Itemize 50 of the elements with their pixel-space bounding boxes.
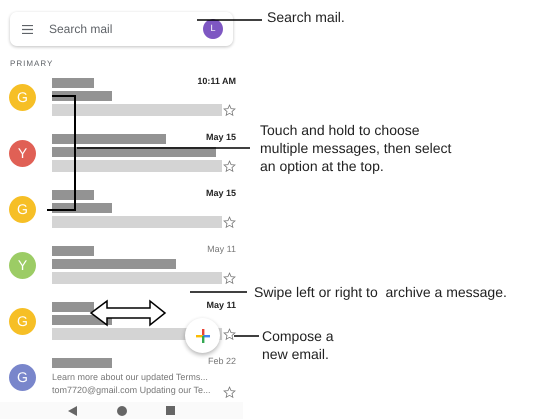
email-time: May 15 <box>206 187 236 200</box>
redacted-subject <box>52 91 112 101</box>
callout-text: Compose a new email. <box>262 327 334 363</box>
leader-line <box>197 19 262 21</box>
message-preview: Learn more about our updated Terms... <box>52 371 208 384</box>
star-icon[interactable] <box>223 386 236 399</box>
redacted-sender <box>52 246 94 256</box>
plus-icon <box>196 328 210 342</box>
avatar: G <box>9 364 36 391</box>
email-row[interactable]: G 10:11 AM <box>0 70 243 126</box>
redacted-subject <box>52 203 112 213</box>
avatar: G <box>9 84 36 111</box>
avatar: G <box>9 196 36 223</box>
double-arrow-icon <box>90 299 166 327</box>
email-row[interactable]: Y May 11 <box>0 238 243 294</box>
avatar: Y <box>9 252 36 279</box>
callout-text: Swipe left or right to archive a message. <box>254 283 507 301</box>
home-icon[interactable] <box>116 406 127 416</box>
back-icon[interactable] <box>68 406 78 416</box>
email-time: May 11 <box>207 243 236 256</box>
email-time: Feb 22 <box>208 355 236 368</box>
redacted-sender <box>52 78 94 88</box>
star-icon[interactable] <box>223 104 236 117</box>
email-row[interactable]: G Feb 22 Learn more about our updated Terms... tom7720@gmail.com Updating our Te... <box>0 350 243 406</box>
compose-button[interactable] <box>185 318 220 353</box>
search-placeholder: Search mail <box>49 21 114 38</box>
star-icon[interactable] <box>223 160 236 173</box>
message-preview: tom7720@gmail.com Updating our Te... <box>52 384 211 397</box>
star-icon[interactable] <box>223 272 236 285</box>
redacted-sender <box>52 358 112 368</box>
account-avatar[interactable]: L <box>203 19 223 39</box>
callout-text: Touch and hold to choose multiple messages, then select an option at the top. <box>260 121 452 175</box>
search-bar[interactable]: Search mail L <box>10 12 233 46</box>
recents-icon[interactable] <box>166 406 176 415</box>
leader-line <box>234 335 259 337</box>
redacted-sender <box>52 190 94 200</box>
redacted-sender <box>52 302 94 312</box>
menu-icon[interactable] <box>22 24 33 34</box>
email-row[interactable]: G May 15 <box>0 182 243 238</box>
section-label: PRIMARY <box>10 58 54 70</box>
email-row[interactable]: Y May 15 <box>0 126 243 182</box>
email-time: May 15 <box>206 131 236 144</box>
email-time: May 11 <box>206 299 236 312</box>
email-time: 10:11 AM <box>197 75 236 88</box>
avatar: Y <box>9 140 36 167</box>
star-icon[interactable] <box>223 328 236 341</box>
callout-text: Search mail. <box>267 8 345 26</box>
star-icon[interactable] <box>223 216 236 229</box>
leader-line <box>190 291 247 293</box>
avatar: G <box>9 308 36 335</box>
